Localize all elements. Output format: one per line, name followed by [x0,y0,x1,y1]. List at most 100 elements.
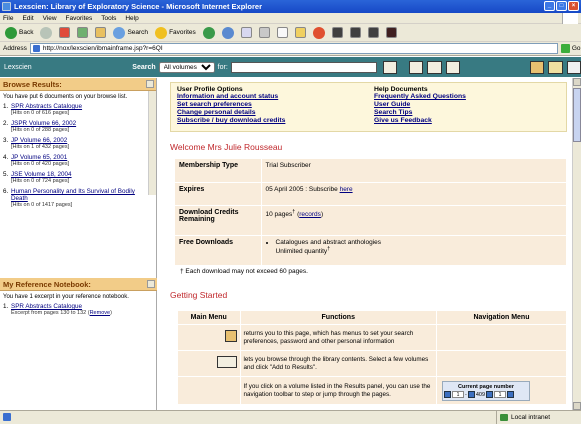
feedback-link[interactable]: Give us Feedback [374,117,554,125]
column-header: Functions [240,311,437,325]
menu-help[interactable]: Help [125,15,138,22]
download-footnote: † Each download may not exceed 60 pages. [180,268,308,275]
address-bar: Address http://nox/lexscien/ibmainframe.… [0,42,581,56]
scroll-up-arrow[interactable] [146,80,154,88]
getting-started-table: Main Menu Functions Navigation Menu retu… [178,311,567,405]
menu-tools[interactable]: Tools [101,15,116,22]
search-input[interactable] [230,61,377,73]
scroll-down-arrow[interactable] [573,402,581,410]
scroll-thumb[interactable] [573,88,581,142]
back-button[interactable]: Back [3,26,35,40]
records-link[interactable]: records [299,211,321,218]
owl-icon[interactable] [427,60,442,74]
getting-started-heading: Getting Started [170,290,228,300]
free-download-item: Catalogues and abstract anthologies [276,239,563,246]
stop-icon [59,27,71,38]
function-description: If you click on a volume listed in the R… [240,376,437,405]
page-nav-title: Current page number [458,383,514,390]
step-back-button[interactable] [467,391,475,398]
edit-button[interactable] [275,26,290,40]
favorites-button[interactable]: Favorites [153,26,198,40]
search-tips-link[interactable]: Search Tips [374,109,554,117]
volume-scope-select[interactable]: All volumes [158,61,215,73]
function-description: returns you to this page, which has menu… [240,324,437,351]
folder-button[interactable] [293,26,308,40]
document-link[interactable]: SPR Abstracts Catalogue [11,103,82,110]
menu-file[interactable]: File [3,15,13,22]
subscribe-link[interactable]: Subscribe / buy download credits [177,117,357,125]
options-panel: User Profile Options Information and acc… [170,82,567,132]
table-row: Membership Type Trial Subscriber [175,159,567,183]
maximize-button[interactable]: □ [556,1,567,11]
refresh-button[interactable] [75,26,90,40]
help-documents: Help Documents Frequently Asked Question… [374,86,554,125]
menu-edit[interactable]: Edit [22,15,33,22]
pen-icon [331,27,343,38]
star-icon [155,26,168,39]
membership-table: Membership Type Trial Subscriber Expires… [175,159,567,266]
hit-count: [Hits on 0 of 1417 pages] [11,202,73,208]
previous-page-button[interactable] [444,391,451,398]
document-link[interactable]: JSPR Volume 66, 2002 [11,120,76,127]
hit-count: [Hits on 0 of 420 pages] [11,161,70,167]
document-link[interactable]: JSE Volume 18, 2004 [11,171,72,178]
scroll-up-arrow[interactable] [573,78,581,86]
account-status-link[interactable]: Information and account status [177,93,357,101]
history-icon [221,26,234,39]
document-link[interactable]: JP Volume 66, 2002 [11,137,67,144]
remove-link[interactable]: Remove [90,310,110,316]
history-button[interactable] [220,26,236,40]
search-button[interactable]: Search [111,26,150,40]
notebook-document-link[interactable]: SPR Abstracts Catalogue [11,303,82,310]
faq-link[interactable]: Frequently Asked Questions [374,93,554,101]
mail-button[interactable] [239,26,254,40]
address-label: Address [3,45,27,52]
search-preferences-link[interactable]: Set search preferences [177,101,357,109]
hit-count: [Hits on 0 of 288 pages] [11,127,70,133]
step-forward-button[interactable] [486,391,494,398]
page-scrollbar[interactable] [572,78,581,410]
menu-view[interactable]: View [43,15,57,22]
reference-notebook: My Reference Notebook: You have 1 excerp… [0,278,157,320]
minimize-button[interactable]: _ [544,1,555,11]
jump-page-field[interactable]: 1 [494,391,507,398]
browse-shelf-icon[interactable] [445,60,461,74]
pen-icon [349,27,361,38]
page-number-field[interactable]: 1 [452,391,464,398]
tool-button-1[interactable] [330,26,345,40]
browse-scrollbar[interactable] [148,91,156,195]
search-label: Search [132,63,156,71]
scroll-up-arrow[interactable] [147,280,155,288]
user-guide-link[interactable]: User Guide [374,101,554,109]
tool-button-2[interactable] [348,26,363,40]
list-item: 2. JSPR Volume 66, 2002 [Hits on 0 of 288 … [3,120,77,133]
free-download-quantity: Unlimited quantity [275,247,328,255]
personal-details-link[interactable]: Change personal details [177,109,357,117]
printer-icon [258,27,270,38]
folder-icon [294,27,306,38]
menu-favorites[interactable]: Favorites [66,15,93,22]
close-button[interactable]: × [568,1,579,11]
page-navigation-icon[interactable] [409,60,424,74]
help-icon[interactable] [548,60,563,74]
binoculars-icon[interactable] [382,60,398,74]
stop-button[interactable] [57,26,72,40]
refresh-icon [77,27,89,38]
document-link[interactable]: JP Volume 65, 2001 [11,154,67,161]
tool-button-4[interactable] [384,26,399,40]
expires-value: 05 April 2005 : Subscribe [265,185,340,193]
media-button[interactable] [201,26,217,40]
subscribe-here-link[interactable]: here [340,186,353,193]
security-zone: Local intranet [496,411,550,424]
home-button[interactable] [93,26,108,40]
home-menu-icon[interactable] [530,60,545,74]
forward-button[interactable] [38,26,54,40]
document-link[interactable]: Human Personality and Its Survival of Bo… [11,188,135,202]
logout-icon[interactable] [566,60,581,74]
go-button[interactable]: Go [560,44,581,53]
print-button[interactable] [257,26,272,40]
address-input[interactable]: http://nox/lexscien/ibmainframe.jsp?r=6Q… [29,43,558,54]
tool-button-3[interactable] [366,26,381,40]
next-page-button[interactable] [507,391,515,398]
messenger-button[interactable] [311,26,327,40]
